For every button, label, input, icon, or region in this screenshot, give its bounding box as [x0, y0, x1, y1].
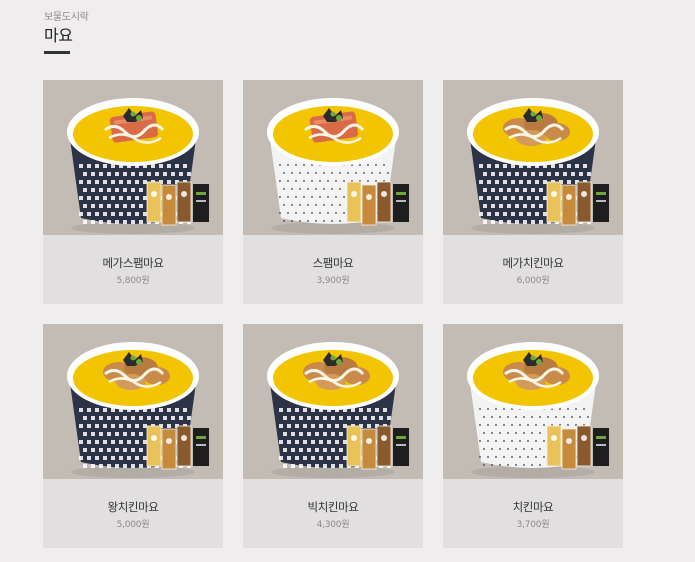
product-price: 4,300원: [316, 520, 350, 530]
rice-bowl-image: [267, 342, 409, 478]
product-image[interactable]: [443, 80, 623, 235]
product-info[interactable]: 치킨마요 3,700원: [443, 479, 623, 548]
product-price: 5,800원: [116, 276, 150, 286]
product-name[interactable]: 왕치킨마요: [43, 500, 223, 514]
product-image[interactable]: [443, 324, 623, 479]
title-underline: [44, 51, 70, 54]
product-info[interactable]: 빅치킨마요 4,300원: [243, 479, 423, 548]
rice-bowl-image: [67, 342, 209, 478]
product-card[interactable]: 왕치킨마요 5,000원: [43, 324, 223, 548]
product-grid: 메가스팸마요 5,800원 스팸마요 3,900원 메가치킨마요 6,000원 …: [43, 80, 623, 548]
product-image[interactable]: [43, 324, 223, 479]
product-price: 3,700원: [516, 520, 550, 530]
product-info[interactable]: 스팸마요 3,900원: [243, 235, 423, 304]
product-name[interactable]: 메가치킨마요: [443, 256, 623, 270]
product-name[interactable]: 메가스팸마요: [43, 256, 223, 270]
product-card[interactable]: 빅치킨마요 4,300원: [243, 324, 423, 548]
product-price: 3,900원: [316, 276, 350, 286]
product-name[interactable]: 스팸마요: [243, 256, 423, 270]
product-image[interactable]: [43, 80, 223, 235]
rice-bowl-image: [267, 98, 409, 234]
product-card[interactable]: 메가스팸마요 5,800원: [43, 80, 223, 304]
page-title: 마요: [44, 26, 73, 45]
product-price: 5,000원: [116, 520, 150, 530]
product-info[interactable]: 메가스팸마요 5,800원: [43, 235, 223, 304]
product-card[interactable]: 메가치킨마요 6,000원: [443, 80, 623, 304]
product-image[interactable]: [243, 324, 423, 479]
rice-bowl-image: [467, 98, 609, 234]
product-card[interactable]: 치킨마요 3,700원: [443, 324, 623, 548]
rice-bowl-image: [67, 98, 209, 234]
product-price: 6,000원: [516, 276, 550, 286]
product-image[interactable]: [243, 80, 423, 235]
rice-bowl-image: [467, 342, 609, 478]
breadcrumb[interactable]: 보물도시락: [44, 8, 89, 23]
product-name[interactable]: 빅치킨마요: [243, 500, 423, 514]
product-card[interactable]: 스팸마요 3,900원: [243, 80, 423, 304]
product-name[interactable]: 치킨마요: [443, 500, 623, 514]
product-info[interactable]: 왕치킨마요 5,000원: [43, 479, 223, 548]
product-info[interactable]: 메가치킨마요 6,000원: [443, 235, 623, 304]
